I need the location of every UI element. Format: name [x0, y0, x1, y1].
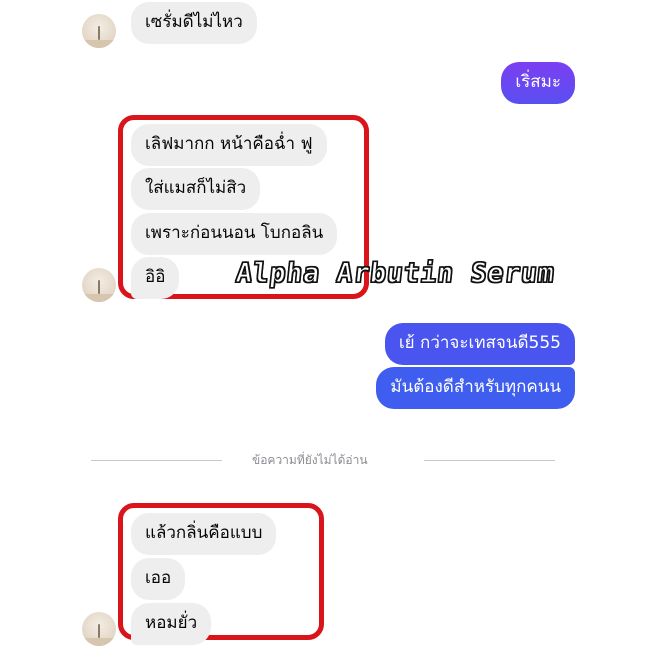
unread-divider-label: ข้อความที่ยังไม่ได้อ่าน	[252, 453, 368, 467]
avatar-figure	[98, 280, 100, 294]
avatar[interactable]	[82, 268, 116, 302]
avatar-figure	[98, 26, 100, 40]
overlay-caption: Alpha Arbutin Serum	[234, 257, 557, 289]
received-message[interactable]: เซรั่มดีไม่ไหว	[131, 2, 257, 44]
sent-message[interactable]: เริ่สมะ	[501, 62, 575, 104]
divider-line-right	[424, 460, 555, 461]
received-message[interactable]: เลิฟมากก หน้าคือฉ่ำ ฟู	[131, 124, 327, 166]
avatar-ground	[82, 638, 116, 646]
received-message[interactable]: เออ	[131, 558, 186, 600]
avatar-ground	[82, 294, 116, 302]
received-message[interactable]: เพราะก่อนนอน โบกอลิน	[131, 213, 338, 255]
received-message[interactable]: หอมยั่ว	[131, 603, 212, 645]
sent-message[interactable]: เย้ กว่าจะเทสจนดี555	[384, 323, 575, 365]
divider-line-left	[91, 460, 222, 461]
avatar-figure	[98, 624, 100, 638]
avatar[interactable]	[82, 14, 116, 48]
sent-message[interactable]: มันต้องดีสำหรับทุกคนน	[376, 367, 575, 409]
avatar-ground	[82, 40, 116, 48]
received-message[interactable]: อิอิ	[131, 257, 180, 299]
received-message[interactable]: แล้วกลิ่นคือแบบ	[131, 513, 277, 555]
received-message[interactable]: ใส่แมสก็ไม่สิว	[131, 168, 261, 210]
avatar[interactable]	[82, 612, 116, 646]
